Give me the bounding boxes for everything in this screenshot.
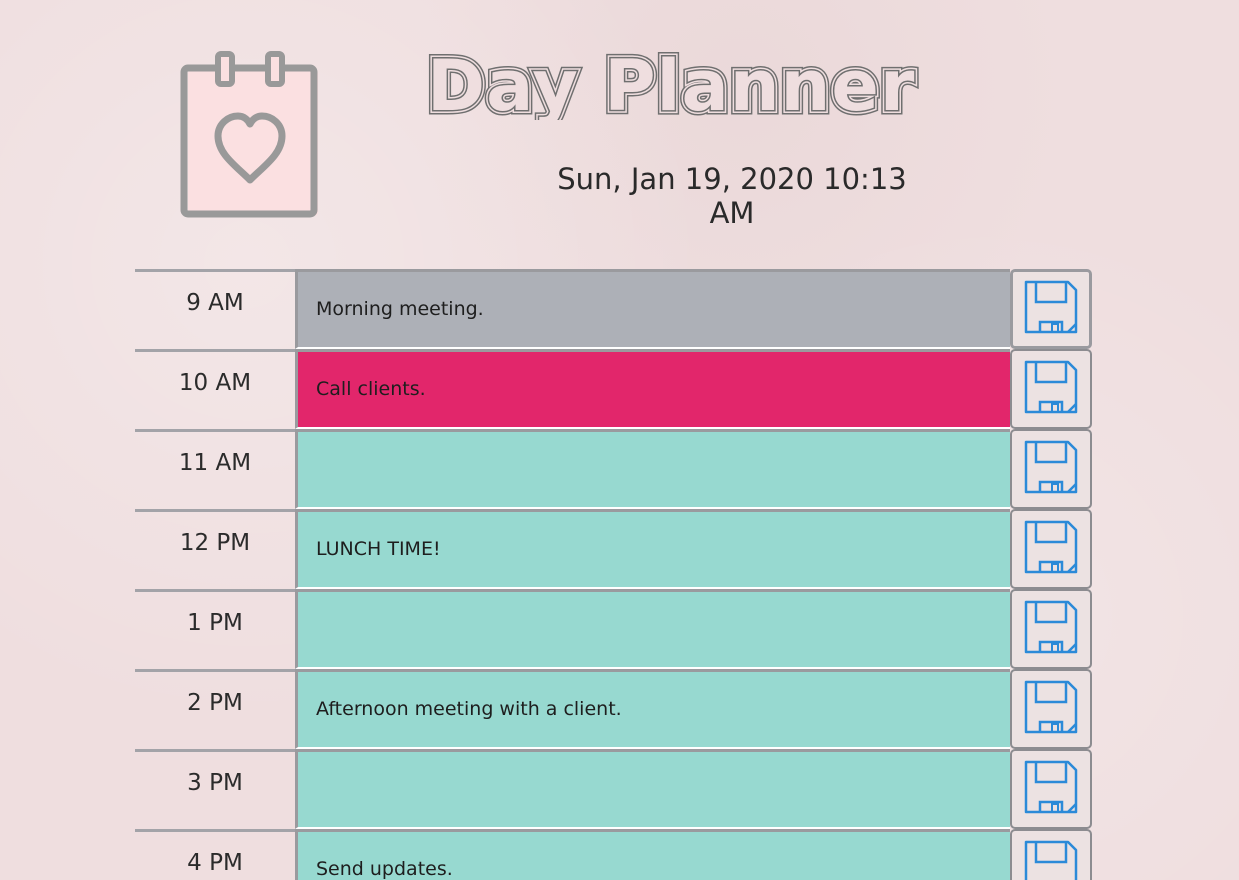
event-textarea[interactable]: Call clients. [295, 349, 1010, 429]
floppy-disk-icon [1022, 438, 1080, 500]
hour-label: 2 PM [135, 669, 295, 749]
title-fill: Day Planner [427, 45, 915, 120]
time-block-row: 12 PM LUNCH TIME! [135, 509, 1095, 589]
calendar-heart-icon [178, 48, 326, 220]
hour-label: 12 PM [135, 509, 295, 589]
floppy-disk-icon [1022, 758, 1080, 820]
save-button[interactable] [1010, 429, 1092, 509]
time-block-row: 2 PM Afternoon meeting with a client. [135, 669, 1095, 749]
event-textarea[interactable]: LUNCH TIME! [295, 509, 1010, 589]
hour-label: 4 PM [135, 829, 295, 880]
event-textarea[interactable]: Send updates. [295, 829, 1010, 880]
time-block-row: 10 AM Call clients. [135, 349, 1095, 429]
page-title: Day Planner Day Planner Day Planner Day … [423, 40, 1045, 132]
floppy-disk-icon [1022, 358, 1080, 420]
save-button[interactable] [1010, 349, 1092, 429]
save-button[interactable] [1010, 269, 1092, 349]
event-textarea[interactable] [295, 749, 1010, 829]
time-block-row: 11 AM [135, 429, 1095, 509]
planner-table: 9 AM Morning meeting. 10 AM Call clients. … [135, 269, 1095, 880]
hour-label: 3 PM [135, 749, 295, 829]
hour-label: 9 AM [135, 269, 295, 349]
floppy-disk-icon [1022, 678, 1080, 740]
current-datetime: Sun, Jan 19, 2020 10:13 AM [557, 162, 907, 230]
floppy-disk-icon [1022, 838, 1080, 880]
floppy-disk-icon [1022, 278, 1080, 340]
save-button[interactable] [1010, 749, 1092, 829]
save-button[interactable] [1010, 509, 1092, 589]
save-button[interactable] [1010, 589, 1092, 669]
hour-label: 11 AM [135, 429, 295, 509]
event-textarea[interactable] [295, 429, 1010, 509]
floppy-disk-icon [1022, 598, 1080, 660]
save-button[interactable] [1010, 669, 1092, 749]
time-block-row: 1 PM [135, 589, 1095, 669]
floppy-disk-icon [1022, 518, 1080, 580]
event-textarea[interactable] [295, 589, 1010, 669]
hour-label: 1 PM [135, 589, 295, 669]
time-block-row: 9 AM Morning meeting. [135, 269, 1095, 349]
time-block-row: 3 PM [135, 749, 1095, 829]
event-textarea[interactable]: Afternoon meeting with a client. [295, 669, 1010, 749]
hour-label: 10 AM [135, 349, 295, 429]
event-textarea[interactable]: Morning meeting. [295, 269, 1010, 349]
save-button[interactable] [1010, 829, 1092, 880]
time-block-row: 4 PM Send updates. [135, 829, 1095, 880]
